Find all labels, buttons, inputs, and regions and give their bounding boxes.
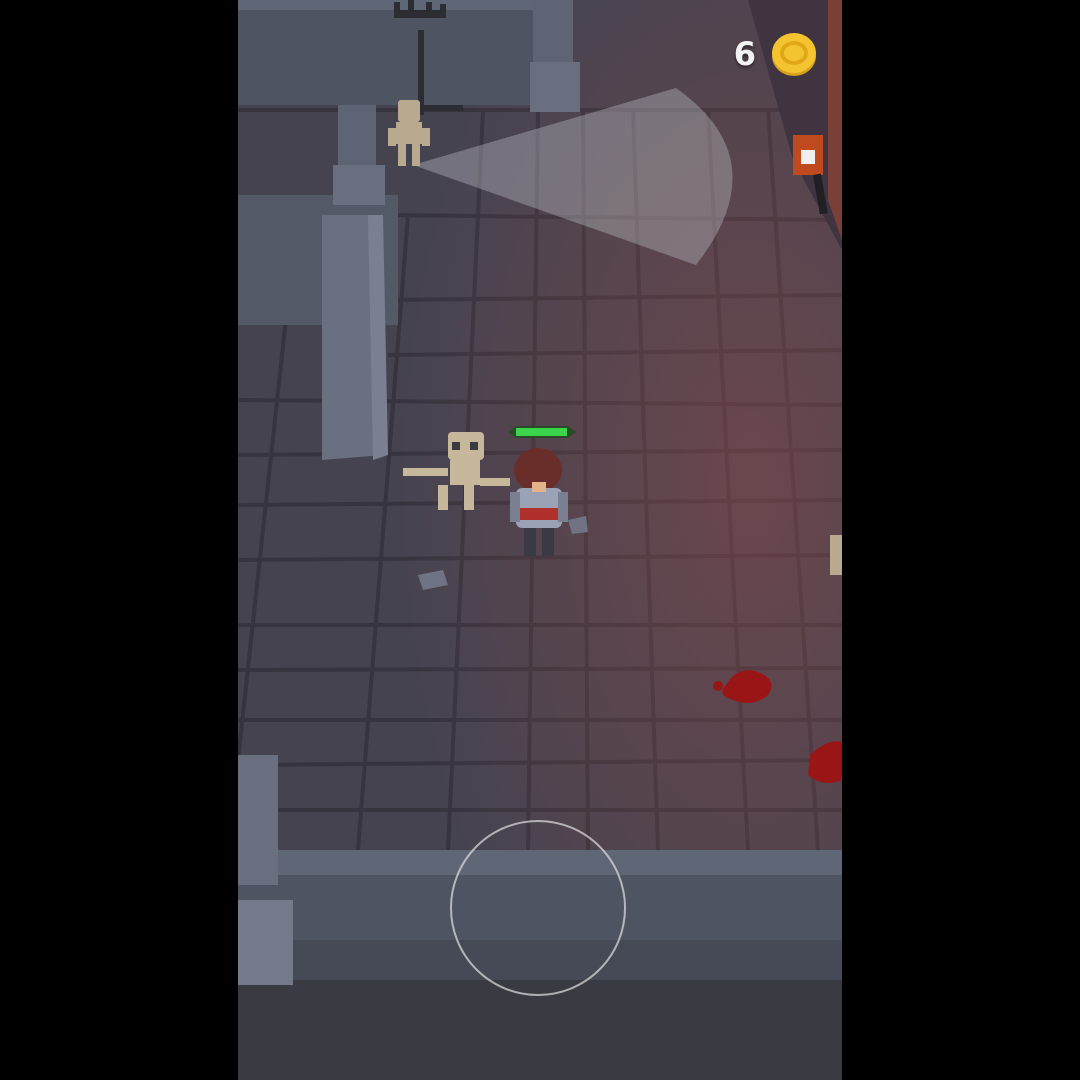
coin-count: 6 — [733, 35, 756, 73]
pillar-base — [238, 900, 293, 985]
virtual-joystick[interactable] — [450, 820, 626, 996]
pillar — [338, 105, 376, 175]
player-health-bar — [508, 426, 576, 438]
blood-drop — [713, 681, 723, 691]
coin-counter: 6 — [734, 30, 818, 78]
gold-coin-icon — [772, 33, 816, 76]
pillar-base — [530, 62, 580, 112]
back-wall — [238, 0, 538, 105]
back-wall-top — [238, 0, 538, 10]
pillar — [533, 0, 573, 70]
game-viewport[interactable]: 6 — [238, 0, 842, 1080]
partial-skeleton — [830, 535, 842, 575]
pillar — [238, 755, 278, 885]
right-wall-face — [828, 0, 842, 240]
pillar-base — [333, 165, 385, 205]
